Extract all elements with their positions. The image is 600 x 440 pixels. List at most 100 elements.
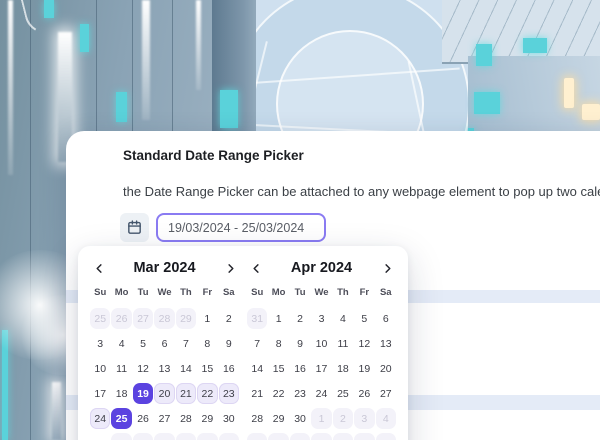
day-cell[interactable]: 16 [219, 358, 239, 379]
day-grid: 3112345678910111213141516171819202122232… [247, 308, 396, 440]
day-cell[interactable]: 10 [90, 358, 110, 379]
day-cell[interactable]: 11 [111, 358, 131, 379]
day-cell[interactable]: 11 [333, 333, 353, 354]
day-cell[interactable]: 27 [376, 383, 396, 404]
day-cell[interactable]: 28 [247, 408, 267, 429]
day-cell[interactable]: 6 [268, 433, 288, 440]
day-cell[interactable]: 20 [376, 358, 396, 379]
day-cell[interactable]: 25 [111, 408, 131, 429]
day-cell[interactable]: 2 [333, 408, 353, 429]
day-cell[interactable]: 10 [354, 433, 374, 440]
day-cell[interactable]: 6 [154, 333, 174, 354]
next-month-button[interactable] [221, 259, 239, 277]
day-cell[interactable]: 30 [219, 408, 239, 429]
day-cell[interactable]: 17 [90, 383, 110, 404]
day-cell[interactable]: 7 [176, 333, 196, 354]
day-cell[interactable]: 9 [333, 433, 353, 440]
day-cell[interactable]: 27 [133, 308, 153, 329]
calendar-icon [126, 219, 143, 236]
day-cell[interactable]: 12 [354, 333, 374, 354]
day-cell[interactable]: 5 [354, 308, 374, 329]
day-cell[interactable]: 10 [311, 333, 331, 354]
day-cell[interactable]: 5 [247, 433, 267, 440]
warm-light [564, 78, 574, 108]
day-cell[interactable]: 21 [247, 383, 267, 404]
day-cell[interactable]: 16 [290, 358, 310, 379]
day-cell[interactable]: 26 [133, 408, 153, 429]
day-cell[interactable]: 28 [176, 408, 196, 429]
day-cell[interactable]: 3 [90, 333, 110, 354]
day-cell[interactable]: 3 [354, 408, 374, 429]
day-cell[interactable]: 19 [133, 383, 153, 404]
day-cell[interactable]: 11 [376, 433, 396, 440]
day-cell[interactable]: 29 [176, 308, 196, 329]
day-cell[interactable]: 1 [111, 433, 131, 440]
day-cell[interactable]: 4 [376, 408, 396, 429]
day-cell[interactable]: 7 [290, 433, 310, 440]
day-cell[interactable]: 23 [219, 383, 239, 404]
day-cell[interactable]: 31 [90, 433, 110, 440]
day-cell[interactable]: 1 [268, 308, 288, 329]
day-cell[interactable]: 8 [268, 333, 288, 354]
day-cell[interactable]: 2 [290, 308, 310, 329]
weekday-row: SuMoTuWeThFrSa [247, 286, 396, 300]
prev-month-button[interactable] [90, 259, 108, 277]
day-cell[interactable]: 19 [354, 358, 374, 379]
day-cell[interactable]: 26 [354, 383, 374, 404]
day-cell[interactable]: 8 [197, 333, 217, 354]
day-cell[interactable]: 15 [197, 358, 217, 379]
day-cell[interactable]: 9 [219, 333, 239, 354]
day-cell[interactable]: 20 [154, 383, 174, 404]
day-cell[interactable]: 23 [290, 383, 310, 404]
day-cell[interactable]: 3 [154, 433, 174, 440]
day-cell[interactable]: 28 [154, 308, 174, 329]
light-strip [8, 0, 13, 175]
day-cell[interactable]: 24 [311, 383, 331, 404]
weekday-label: Fr [354, 286, 374, 300]
day-grid: 2526272829123456789101112131415161718192… [90, 308, 239, 440]
date-range-input[interactable] [156, 213, 326, 242]
day-cell[interactable]: 12 [133, 358, 153, 379]
day-cell[interactable]: 2 [219, 308, 239, 329]
day-cell[interactable]: 14 [176, 358, 196, 379]
day-cell[interactable]: 25 [90, 308, 110, 329]
day-cell[interactable]: 1 [197, 308, 217, 329]
day-cell[interactable]: 3 [311, 308, 331, 329]
day-cell[interactable]: 31 [247, 308, 267, 329]
day-cell[interactable]: 27 [154, 408, 174, 429]
next-month-button[interactable] [378, 259, 396, 277]
day-cell[interactable]: 13 [154, 358, 174, 379]
day-cell[interactable]: 7 [247, 333, 267, 354]
prev-month-button[interactable] [247, 259, 265, 277]
day-cell[interactable]: 22 [268, 383, 288, 404]
day-cell[interactable]: 17 [311, 358, 331, 379]
page-title: Standard Date Range Picker [123, 148, 304, 163]
day-cell[interactable]: 13 [376, 333, 396, 354]
day-cell[interactable]: 26 [111, 308, 131, 329]
day-cell[interactable]: 6 [376, 308, 396, 329]
day-cell[interactable]: 4 [176, 433, 196, 440]
day-cell[interactable]: 5 [133, 333, 153, 354]
cyan-accent [476, 44, 492, 66]
day-cell[interactable]: 5 [197, 433, 217, 440]
day-cell[interactable]: 18 [111, 383, 131, 404]
day-cell[interactable]: 21 [176, 383, 196, 404]
day-cell[interactable]: 15 [268, 358, 288, 379]
day-cell[interactable]: 9 [290, 333, 310, 354]
day-cell[interactable]: 22 [197, 383, 217, 404]
day-cell[interactable]: 4 [111, 333, 131, 354]
day-cell[interactable]: 2 [133, 433, 153, 440]
day-cell[interactable]: 30 [290, 408, 310, 429]
day-cell[interactable]: 18 [333, 358, 353, 379]
day-cell[interactable]: 8 [311, 433, 331, 440]
day-cell[interactable]: 14 [247, 358, 267, 379]
day-cell[interactable]: 24 [90, 408, 110, 429]
day-cell[interactable]: 25 [333, 383, 353, 404]
day-cell[interactable]: 29 [197, 408, 217, 429]
day-cell[interactable]: 4 [333, 308, 353, 329]
day-cell[interactable]: 1 [311, 408, 331, 429]
calendar-toggle-button[interactable] [120, 213, 149, 242]
day-cell[interactable]: 6 [219, 433, 239, 440]
day-cell[interactable]: 29 [268, 408, 288, 429]
date-range-popup: Mar 2024 SuMoTuWeThFrSa 2526272829123456… [78, 246, 408, 440]
